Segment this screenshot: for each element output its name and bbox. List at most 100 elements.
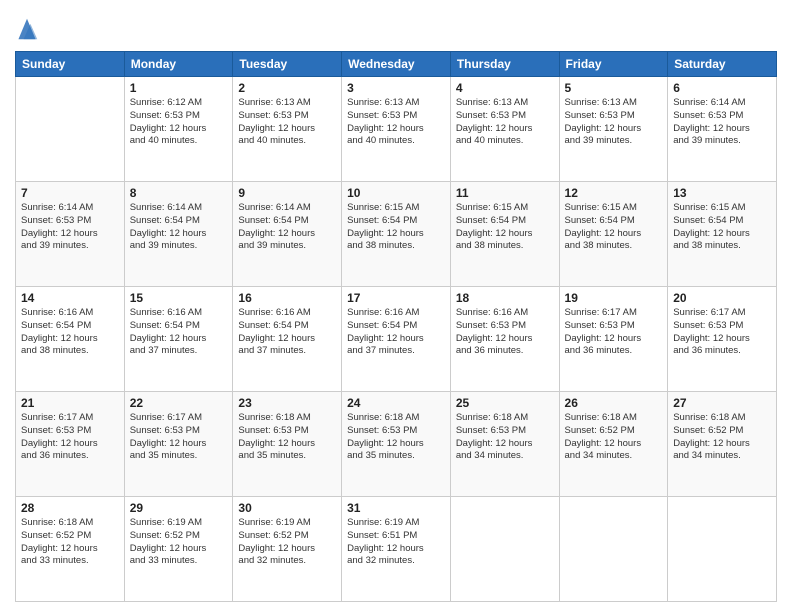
day-info: Sunrise: 6:14 AM Sunset: 6:53 PM Dayligh… [21,202,119,253]
calendar-cell: 5 Sunrise: 6:13 AM Sunset: 6:53 PM Daylig… [559,77,668,182]
day-number: 5 [565,81,663,95]
day-number: 11 [456,186,554,200]
calendar-cell: 2 Sunrise: 6:13 AM Sunset: 6:53 PM Daylig… [233,77,342,182]
day-info: Sunrise: 6:14 AM Sunset: 6:53 PM Dayligh… [673,97,771,148]
calendar-cell: 13 Sunrise: 6:15 AM Sunset: 6:54 PM Dayli… [668,182,777,287]
day-number: 2 [238,81,336,95]
day-info: Sunrise: 6:13 AM Sunset: 6:53 PM Dayligh… [456,97,554,148]
day-info: Sunrise: 6:18 AM Sunset: 6:53 PM Dayligh… [347,412,445,463]
calendar-cell: 22Sunrise: 6:17 AM Sunset: 6:53 PM Dayli… [124,392,233,497]
day-number: 21 [21,396,119,410]
day-info: Sunrise: 6:16 AM Sunset: 6:54 PM Dayligh… [130,307,228,358]
day-header-wednesday: Wednesday [342,52,451,77]
calendar-cell: 17Sunrise: 6:16 AM Sunset: 6:54 PM Dayli… [342,287,451,392]
day-info: Sunrise: 6:18 AM Sunset: 6:53 PM Dayligh… [238,412,336,463]
day-number: 25 [456,396,554,410]
day-number: 10 [347,186,445,200]
day-number: 24 [347,396,445,410]
day-info: Sunrise: 6:18 AM Sunset: 6:52 PM Dayligh… [673,412,771,463]
day-number: 23 [238,396,336,410]
calendar-cell: 8 Sunrise: 6:14 AM Sunset: 6:54 PM Daylig… [124,182,233,287]
day-number: 18 [456,291,554,305]
day-header-sunday: Sunday [16,52,125,77]
calendar-cell: 16Sunrise: 6:16 AM Sunset: 6:54 PM Dayli… [233,287,342,392]
calendar-cell: 7 Sunrise: 6:14 AM Sunset: 6:53 PM Daylig… [16,182,125,287]
calendar-cell: 4 Sunrise: 6:13 AM Sunset: 6:53 PM Daylig… [450,77,559,182]
day-number: 27 [673,396,771,410]
calendar-cell: 12 Sunrise: 6:15 AM Sunset: 6:54 PM Dayli… [559,182,668,287]
calendar-cell [450,497,559,602]
day-info: Sunrise: 6:12 AM Sunset: 6:53 PM Dayligh… [130,97,228,148]
day-number: 30 [238,501,336,515]
calendar-cell: 11 Sunrise: 6:15 AM Sunset: 6:54 PM Dayli… [450,182,559,287]
day-number: 12 [565,186,663,200]
day-number: 1 [130,81,228,95]
day-number: 31 [347,501,445,515]
day-header-thursday: Thursday [450,52,559,77]
day-header-friday: Friday [559,52,668,77]
day-number: 20 [673,291,771,305]
day-number: 19 [565,291,663,305]
day-info: Sunrise: 6:16 AM Sunset: 6:53 PM Dayligh… [456,307,554,358]
day-info: Sunrise: 6:17 AM Sunset: 6:53 PM Dayligh… [21,412,119,463]
calendar-header-row: SundayMondayTuesdayWednesdayThursdayFrid… [16,52,777,77]
day-header-saturday: Saturday [668,52,777,77]
day-header-tuesday: Tuesday [233,52,342,77]
day-number: 28 [21,501,119,515]
calendar-cell: 26Sunrise: 6:18 AM Sunset: 6:52 PM Dayli… [559,392,668,497]
day-info: Sunrise: 6:16 AM Sunset: 6:54 PM Dayligh… [347,307,445,358]
day-number: 13 [673,186,771,200]
day-number: 29 [130,501,228,515]
calendar-cell: 18 Sunrise: 6:16 AM Sunset: 6:53 PM Dayli… [450,287,559,392]
day-number: 7 [21,186,119,200]
day-info: Sunrise: 6:14 AM Sunset: 6:54 PM Dayligh… [130,202,228,253]
calendar-week-row: 7 Sunrise: 6:14 AM Sunset: 6:53 PM Daylig… [16,182,777,287]
day-number: 4 [456,81,554,95]
day-info: Sunrise: 6:13 AM Sunset: 6:53 PM Dayligh… [238,97,336,148]
calendar-cell: 20Sunrise: 6:17 AM Sunset: 6:53 PM Dayli… [668,287,777,392]
day-info: Sunrise: 6:18 AM Sunset: 6:53 PM Dayligh… [456,412,554,463]
day-info: Sunrise: 6:19 AM Sunset: 6:52 PM Dayligh… [130,517,228,568]
day-header-monday: Monday [124,52,233,77]
calendar-cell: 14 Sunrise: 6:16 AM Sunset: 6:54 PM Dayli… [16,287,125,392]
logo-icon [15,15,39,43]
day-info: Sunrise: 6:16 AM Sunset: 6:54 PM Dayligh… [21,307,119,358]
calendar-cell: 29 Sunrise: 6:19 AM Sunset: 6:52 PM Dayli… [124,497,233,602]
calendar-cell: 6Sunrise: 6:14 AM Sunset: 6:53 PM Daylig… [668,77,777,182]
day-number: 8 [130,186,228,200]
day-info: Sunrise: 6:19 AM Sunset: 6:52 PM Dayligh… [238,517,336,568]
calendar-week-row: 1 Sunrise: 6:12 AM Sunset: 6:53 PM Daylig… [16,77,777,182]
day-number: 14 [21,291,119,305]
calendar-cell: 28 Sunrise: 6:18 AM Sunset: 6:52 PM Dayli… [16,497,125,602]
day-info: Sunrise: 6:19 AM Sunset: 6:51 PM Dayligh… [347,517,445,568]
day-info: Sunrise: 6:15 AM Sunset: 6:54 PM Dayligh… [673,202,771,253]
calendar-cell: 9Sunrise: 6:14 AM Sunset: 6:54 PM Daylig… [233,182,342,287]
calendar-cell: 27 Sunrise: 6:18 AM Sunset: 6:52 PM Dayli… [668,392,777,497]
calendar-cell: 1 Sunrise: 6:12 AM Sunset: 6:53 PM Daylig… [124,77,233,182]
calendar-cell: 19 Sunrise: 6:17 AM Sunset: 6:53 PM Dayli… [559,287,668,392]
calendar-cell [668,497,777,602]
day-number: 26 [565,396,663,410]
calendar-cell: 15Sunrise: 6:16 AM Sunset: 6:54 PM Dayli… [124,287,233,392]
day-info: Sunrise: 6:13 AM Sunset: 6:53 PM Dayligh… [565,97,663,148]
day-info: Sunrise: 6:18 AM Sunset: 6:52 PM Dayligh… [21,517,119,568]
day-info: Sunrise: 6:15 AM Sunset: 6:54 PM Dayligh… [565,202,663,253]
calendar-cell: 24 Sunrise: 6:18 AM Sunset: 6:53 PM Dayli… [342,392,451,497]
day-info: Sunrise: 6:15 AM Sunset: 6:54 PM Dayligh… [456,202,554,253]
day-number: 22 [130,396,228,410]
day-info: Sunrise: 6:15 AM Sunset: 6:54 PM Dayligh… [347,202,445,253]
calendar-cell: 31 Sunrise: 6:19 AM Sunset: 6:51 PM Dayli… [342,497,451,602]
calendar-week-row: 14 Sunrise: 6:16 AM Sunset: 6:54 PM Dayli… [16,287,777,392]
day-number: 3 [347,81,445,95]
header [15,15,777,43]
day-info: Sunrise: 6:17 AM Sunset: 6:53 PM Dayligh… [565,307,663,358]
calendar-table: SundayMondayTuesdayWednesdayThursdayFrid… [15,51,777,602]
calendar-cell: 10 Sunrise: 6:15 AM Sunset: 6:54 PM Dayli… [342,182,451,287]
calendar-cell [16,77,125,182]
calendar-cell [559,497,668,602]
calendar-week-row: 21 Sunrise: 6:17 AM Sunset: 6:53 PM Dayli… [16,392,777,497]
page: SundayMondayTuesdayWednesdayThursdayFrid… [0,0,792,612]
calendar-cell: 23 Sunrise: 6:18 AM Sunset: 6:53 PM Dayli… [233,392,342,497]
logo [15,15,45,43]
day-info: Sunrise: 6:14 AM Sunset: 6:54 PM Dayligh… [238,202,336,253]
